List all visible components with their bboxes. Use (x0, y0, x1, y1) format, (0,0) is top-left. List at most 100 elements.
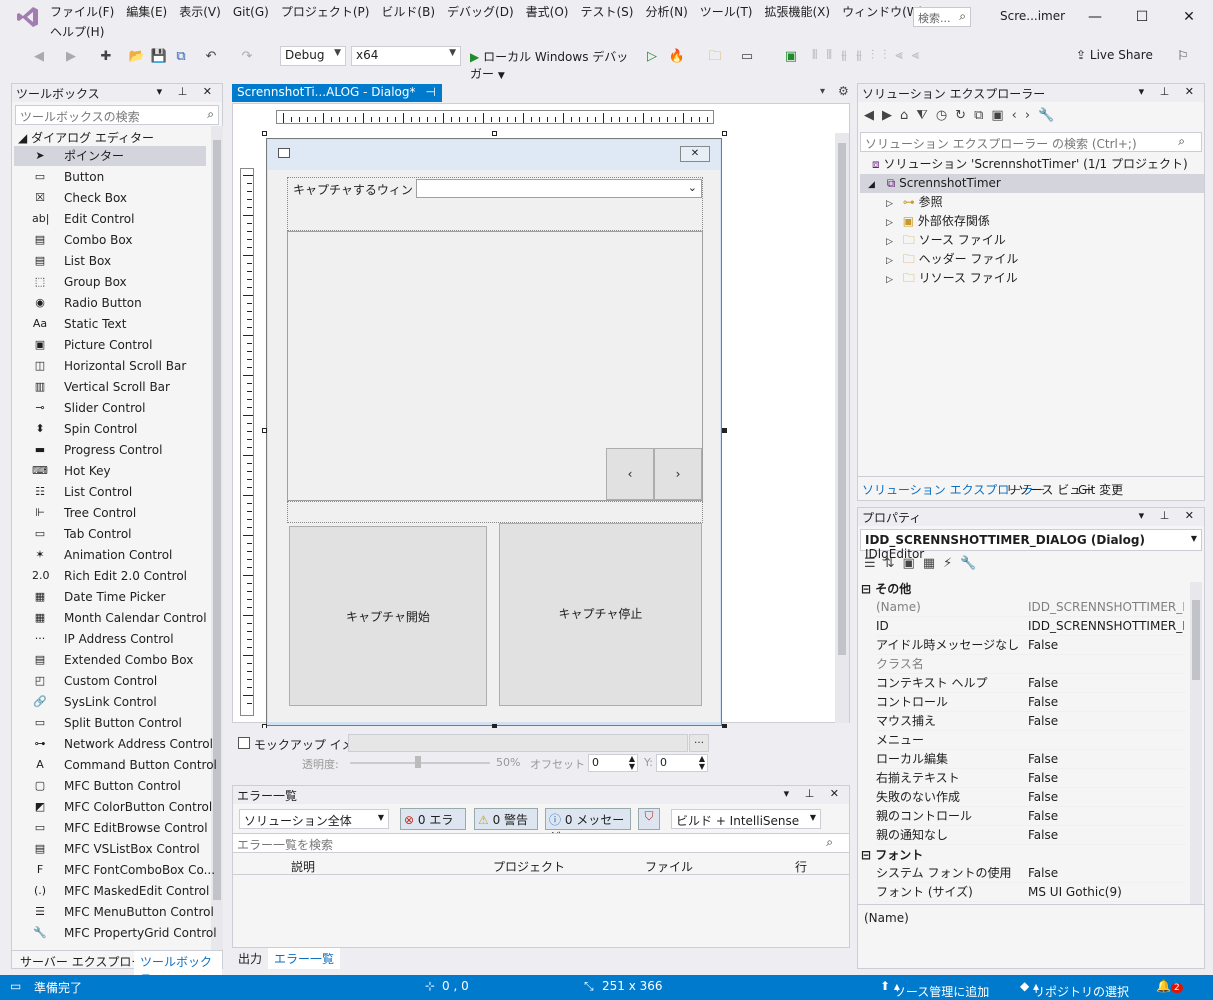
toolbox-item[interactable]: ◉ Radio Button (14, 293, 206, 313)
property-value[interactable]: IDD_SCRENNSHOTTIMER_DIAI (1028, 617, 1184, 636)
property-value[interactable]: False (1028, 788, 1184, 807)
property-row[interactable]: 親の通知なし False (876, 826, 1186, 845)
toolbox-item[interactable]: ab| Edit Control (14, 209, 206, 229)
property-value[interactable]: False (1028, 864, 1184, 883)
property-row[interactable]: クラス名 (876, 655, 1186, 674)
back-icon[interactable]: ◀ (30, 48, 48, 66)
toolbox-item[interactable]: ▭ Button (14, 167, 206, 187)
toolbox-item[interactable]: ☷ List Control (14, 482, 206, 502)
solution-toolbar-icons[interactable]: ◀▶⌂⧨◷↻⧉▣‹›🔧 (864, 108, 1062, 123)
toolbox-item[interactable]: ⊩ Tree Control (14, 503, 206, 523)
toolbox-item[interactable]: ◫ Horizontal Scroll Bar (14, 356, 206, 376)
menu-item[interactable]: テスト(S) (574, 4, 639, 22)
property-value[interactable]: False (1028, 769, 1184, 788)
offset-y-input[interactable]: 0 ▲ ▼ (656, 754, 708, 772)
properties-scrollbar[interactable] (1190, 582, 1202, 904)
menu-help[interactable]: ヘルプ(H) (44, 25, 110, 39)
section-other[interactable]: ⊟ その他 (861, 580, 911, 597)
property-row[interactable]: ID IDD_SCRENNSHOTTIMER_DIAI (876, 617, 1186, 636)
resize-handle[interactable] (262, 428, 267, 433)
toolbox-item[interactable]: ▭ MFC EditBrowse Control (14, 818, 208, 838)
property-value[interactable]: IDD_SCRENNSHOTTIMER_DIAI (1028, 598, 1184, 617)
tab-dialog-editor[interactable]: ScrennshotTi...ALOG - Dialog* ⊣ ✕ (232, 84, 442, 113)
toolbox-item[interactable]: ☰ MFC MenuButton Control (14, 902, 214, 922)
platform-select[interactable]: x64 ▼ (351, 46, 461, 66)
start-debug-button[interactable]: ▶ ローカル Windows デバッガー ▼ (470, 48, 640, 81)
feedback-icon[interactable]: ⚐ (1174, 48, 1192, 66)
toolbox-item[interactable]: 🔧 MFC PropertyGrid Control (14, 923, 216, 943)
capture-stop-button[interactable]: キャプチャ停止 (499, 523, 702, 706)
tree-node[interactable]: ▷ ⊶ 参照 (886, 193, 943, 212)
property-row[interactable]: (Name) IDD_SCRENNSHOTTIMER_DIAI (876, 598, 1186, 617)
toolbox-item[interactable]: ▤ Combo Box (14, 230, 206, 250)
toolbox-item[interactable]: ··· IP Address Control (14, 629, 206, 649)
minimize-button[interactable]: — (1083, 6, 1107, 28)
config-select[interactable]: Debug ▼ (280, 46, 346, 66)
menu-item[interactable]: ファイル(F) (44, 4, 120, 22)
open-folder-icon[interactable]: 📂 (128, 48, 146, 66)
solution-folder-icon[interactable]: 🗀 (706, 48, 724, 66)
property-value[interactable]: False (1028, 712, 1184, 731)
menu-item[interactable]: 分析(N) (639, 4, 693, 22)
hot-reload-icon[interactable]: 🔥 (668, 48, 686, 66)
error-scope-select[interactable]: ソリューション全体 ▼ (239, 809, 389, 829)
toolbox-item[interactable]: 2.0 Rich Edit 2.0 Control (14, 566, 206, 586)
toolbox-item[interactable]: ▤ Extended Combo Box (14, 650, 206, 670)
properties-object-select[interactable]: IDD_SCRENNSHOTTIMER_DIALOG (Dialog) IDlg… (860, 529, 1202, 561)
property-value[interactable]: False (1028, 807, 1184, 826)
property-value[interactable]: False (1028, 826, 1184, 845)
property-row[interactable]: コントロール False (876, 693, 1186, 712)
filter-icon[interactable]: ⛉ (638, 808, 660, 830)
menu-item[interactable]: Git(G) (227, 4, 275, 22)
maximize-button[interactable]: ☐ (1130, 6, 1154, 28)
run-without-debug-icon[interactable]: ▷ (643, 48, 661, 66)
menu-item[interactable]: ビルド(B) (375, 4, 441, 22)
layout-icon[interactable]: ▭ (738, 48, 756, 66)
live-share-button[interactable]: ⇪ Live Share (1076, 48, 1153, 62)
build-filter-select[interactable]: ビルド + IntelliSense ▼ (671, 809, 821, 829)
tree-node[interactable]: ▷ 🗀 ソース ファイル (886, 231, 1006, 250)
scrollbar-thumb[interactable] (838, 143, 846, 655)
toolbox-scrollbar[interactable] (211, 126, 223, 950)
designer-scrollbar[interactable] (835, 133, 849, 723)
save-icon[interactable]: 💾 (150, 48, 168, 66)
repository-button[interactable]: ◆ リポジトリの選択 ▴ (1020, 979, 1129, 999)
toolbox-item[interactable]: ▢ MFC Button Control (14, 776, 206, 796)
project-node[interactable]: ◢ ⧉ ScrennshotTimer (860, 174, 1204, 193)
menu-item[interactable]: デバッグ(D) (441, 4, 520, 22)
source-control-button[interactable]: ⬆ ソース管理に追加 ▴ (880, 979, 989, 999)
toolbox-item[interactable]: ◩ MFC ColorButton Control (14, 797, 212, 817)
solution-node[interactable]: ⧈ ソリューション 'ScrennshotTimer' (1/1 プロジェクト) (872, 155, 1188, 174)
property-row[interactable]: フォント (サイズ) MS UI Gothic(9) (876, 883, 1186, 902)
toolbox-item[interactable]: ✶ Animation Control (14, 545, 206, 565)
menu-item[interactable]: 編集(E) (120, 4, 173, 22)
toolbox-item[interactable]: F MFC FontComboBox Co... (14, 860, 215, 880)
toolbox-item[interactable]: ⬚ Group Box (14, 272, 206, 292)
properties-toolbar-icons[interactable]: ☰⇅▣▦⚡🔧 (864, 556, 984, 571)
prev-button[interactable]: ‹ (606, 448, 654, 500)
toolbox-item[interactable]: ⊶ Network Address Control (14, 734, 213, 754)
menu-item[interactable]: 表示(V) (173, 4, 227, 22)
toolbox-item[interactable]: ⌨ Hot Key (14, 461, 206, 481)
close-window-button[interactable]: ✕ (1177, 6, 1201, 28)
offset-x-input[interactable]: 0 ▲ ▼ (588, 754, 638, 772)
spin-icon[interactable]: ▲ ▼ (629, 755, 635, 771)
menu-item[interactable]: 拡張機能(X) (758, 4, 836, 22)
toolbox-item[interactable]: Aa Static Text (14, 314, 206, 334)
notifications-bell-icon[interactable]: 🔔 2 (1156, 979, 1183, 993)
property-value[interactable]: False (1028, 750, 1184, 769)
tree-node[interactable]: ▷ ▣ 外部依存関係 (886, 212, 990, 231)
spin-icon[interactable]: ▲ ▼ (699, 755, 705, 771)
mockup-browse-button[interactable]: … (689, 734, 709, 752)
toolbox-item[interactable]: ▤ List Box (14, 251, 206, 271)
property-value[interactable]: False (1028, 636, 1184, 655)
toolbox-item[interactable]: ➤ ポインター (14, 146, 206, 166)
panel-controls-icon[interactable]: ▾ ⊥ ✕ (784, 787, 845, 800)
section-font[interactable]: ⊟ フォント (861, 846, 923, 863)
column-file[interactable]: ファイル (645, 858, 693, 875)
property-row[interactable]: メニュー (876, 731, 1186, 750)
slider-thumb[interactable] (415, 756, 421, 768)
property-row[interactable]: マウス捕え False (876, 712, 1186, 731)
tab-error-list[interactable]: エラー一覧 (268, 948, 341, 969)
property-value[interactable]: MS UI Gothic(9) (1028, 883, 1184, 902)
